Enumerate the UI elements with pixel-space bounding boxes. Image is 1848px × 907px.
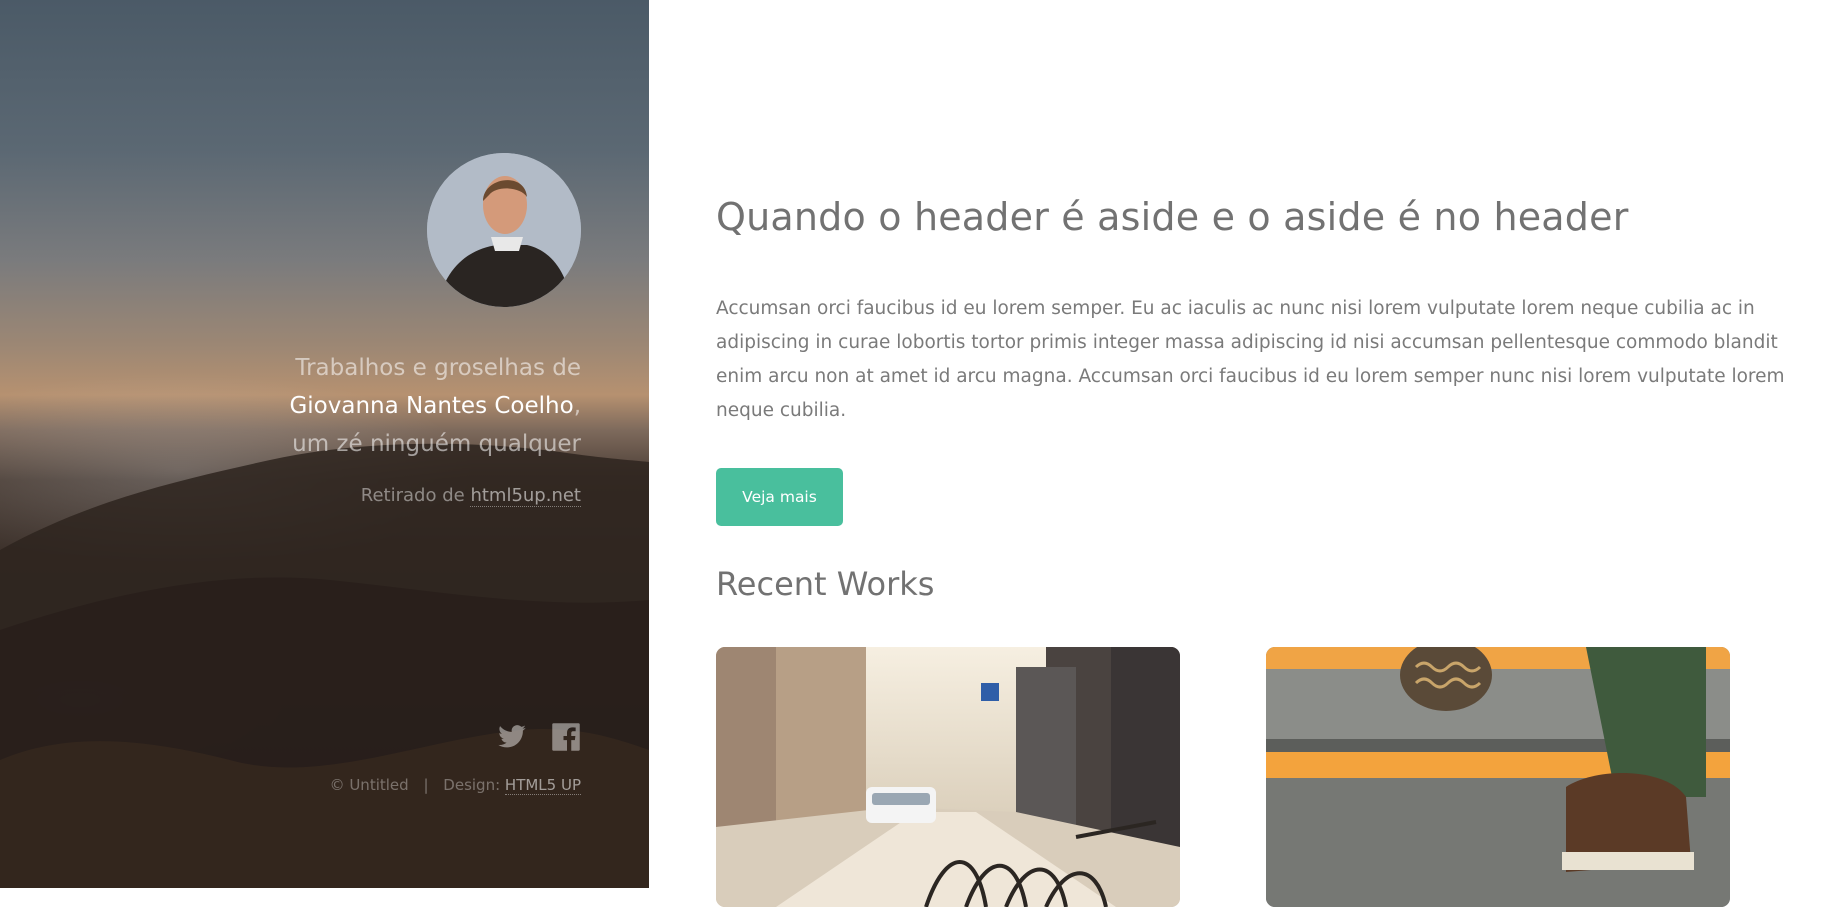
avatar-image <box>427 153 581 307</box>
recent-works-title: Recent Works <box>716 565 935 603</box>
street-image <box>716 647 1180 907</box>
design-link[interactable]: HTML5 UP <box>504 776 581 795</box>
sidebar-inner: Trabalhos e groselhas de Giovanna Nantes… <box>141 153 581 507</box>
intro-heading: Trabalhos e groselhas de Giovanna Nantes… <box>141 349 581 463</box>
twitter-icon[interactable] <box>497 722 527 752</box>
main-content: Quando o header é aside e o aside é no h… <box>649 0 1848 907</box>
facebook-icon[interactable] <box>551 722 581 752</box>
see-more-button[interactable]: Veja mais <box>716 468 843 526</box>
intro-suffix: um zé ninguém qualquer <box>292 431 581 457</box>
stairs-image <box>1266 647 1730 907</box>
sidebar-header: Trabalhos e groselhas de Giovanna Nantes… <box>0 0 649 888</box>
intro-paragraph: Accumsan orci faucibus id eu lorem sempe… <box>716 298 1785 421</box>
work-thumbnail-street[interactable] <box>716 647 1180 907</box>
copyright-text: © Untitled <box>329 776 409 794</box>
copyright-separator: | <box>423 776 429 794</box>
background-landscape <box>0 443 649 888</box>
work-thumbnail-stairs[interactable] <box>1266 647 1730 907</box>
avatar <box>427 153 581 307</box>
intro-prefix: Trabalhos e groselhas de <box>295 355 581 381</box>
html5up-link[interactable]: html5up.net <box>470 485 581 507</box>
design-label: Design: <box>443 776 501 794</box>
credit-line: Retirado de html5up.net <box>141 485 581 507</box>
intro-comma: , <box>573 393 581 419</box>
page-title: Quando o header é aside e o aside é no h… <box>716 195 1629 239</box>
copyright-line: © Untitled | Design: HTML5 UP <box>329 776 581 795</box>
credit-prefix: Retirado de <box>360 485 465 506</box>
author-name: Giovanna Nantes Coelho <box>289 393 574 419</box>
social-icons <box>497 722 581 752</box>
